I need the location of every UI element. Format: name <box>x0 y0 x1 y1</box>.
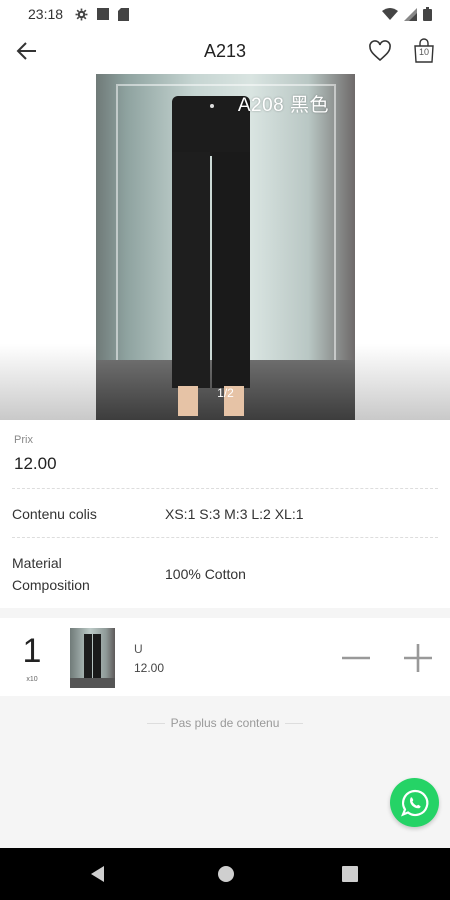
settings-icon <box>75 8 88 20</box>
product-photo[interactable]: A208 黑色 1/2 <box>96 74 355 420</box>
cart-line-item: 1 x10 U 12.00 <box>0 618 450 696</box>
status-bar: 23:18 <box>0 0 450 28</box>
product-details: Prix 12.00 Contenu colis XS:1 S:3 M:3 L:… <box>0 420 450 608</box>
variant-label: U <box>134 642 143 656</box>
gallery-pager: 1/2 <box>217 386 234 400</box>
quantity-multiplier: x10 <box>26 676 38 683</box>
material-label: Material Composition <box>12 552 90 596</box>
package-content-label: Contenu colis <box>12 506 97 522</box>
price-label: Prix <box>14 434 33 446</box>
status-right-icons <box>382 7 432 21</box>
whatsapp-icon <box>400 789 428 816</box>
end-of-content-text: Pas plus de contenu <box>146 716 304 730</box>
cart-button[interactable]: 10 <box>412 38 436 64</box>
price-value: 12.00 <box>14 454 57 473</box>
signal-icon <box>404 7 417 21</box>
material-value: 100% Cotton <box>165 566 246 582</box>
sd-card-icon <box>118 7 130 21</box>
battery-icon <box>423 7 432 21</box>
product-gallery[interactable]: A208 黑色 1/2 <box>0 74 450 420</box>
nav-back-icon[interactable] <box>88 864 108 884</box>
heart-icon[interactable] <box>368 39 392 63</box>
status-left-icons <box>75 7 130 21</box>
wifi-icon <box>382 7 398 20</box>
decrease-quantity-button[interactable] <box>340 642 372 674</box>
divider <box>12 488 438 489</box>
square-icon <box>97 8 110 20</box>
status-time: 23:18 <box>28 6 64 22</box>
product-thumbnail <box>70 628 115 688</box>
variant-price: 12.00 <box>134 661 165 675</box>
increase-quantity-button[interactable] <box>402 642 434 674</box>
cart-count-badge: 10 <box>418 47 429 57</box>
end-of-content: Pas plus de contenu <box>0 714 450 732</box>
nav-home-icon[interactable] <box>216 864 236 884</box>
photo-overlay-label: A208 黑色 <box>237 95 329 116</box>
whatsapp-button[interactable] <box>390 778 439 827</box>
back-arrow-icon[interactable] <box>14 38 40 64</box>
top-app-bar: A213 10 <box>0 28 450 74</box>
divider <box>12 537 438 538</box>
system-nav-bar <box>0 848 450 900</box>
material-label-line2: Composition <box>12 577 90 593</box>
package-content-value: XS:1 S:3 M:3 L:2 XL:1 <box>165 506 304 522</box>
nav-recents-icon[interactable] <box>341 865 359 883</box>
quantity-value: 1 <box>22 632 42 670</box>
material-label-line1: Material <box>12 555 62 571</box>
